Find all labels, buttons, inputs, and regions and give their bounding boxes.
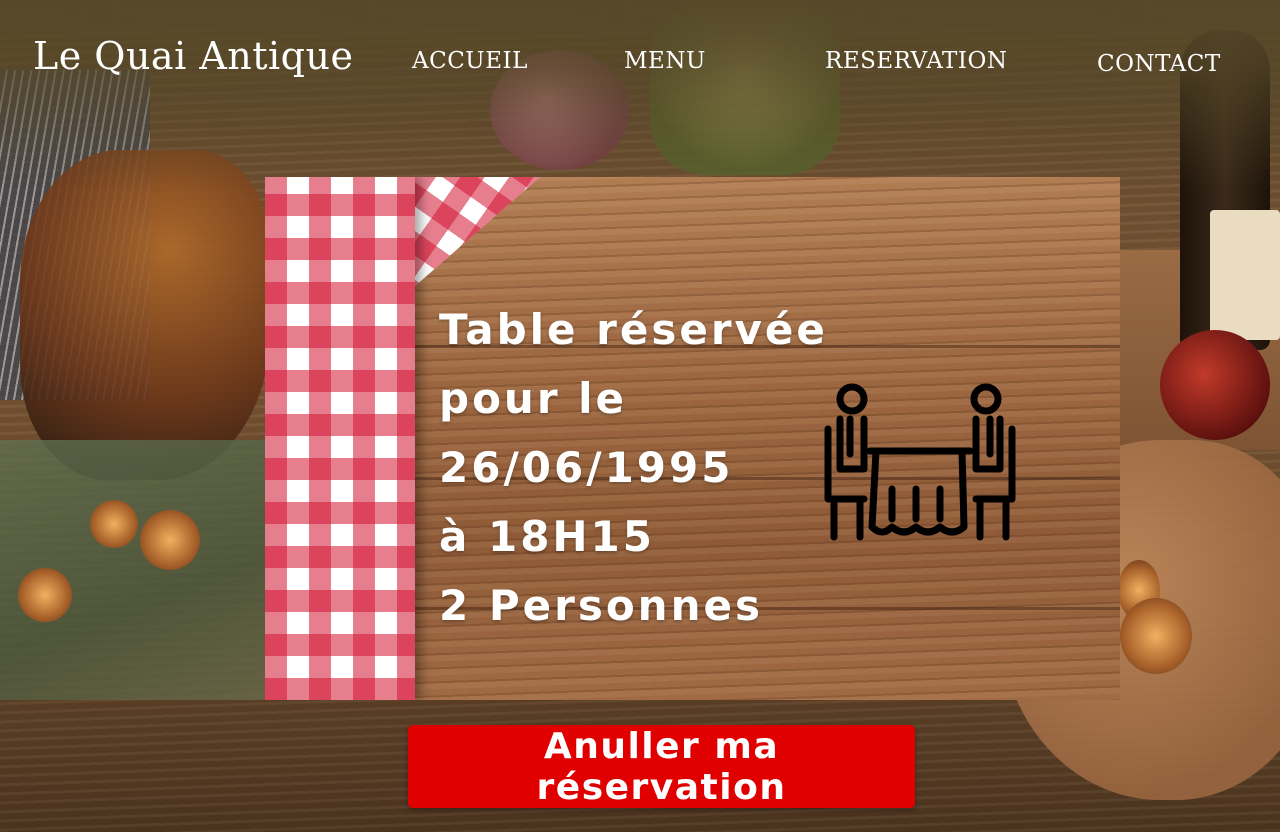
nav-link-accueil[interactable]: ACCUEIL [412, 48, 528, 74]
wine-glass [1160, 330, 1270, 440]
nav-link-reservation[interactable]: RESERVATION [825, 48, 1007, 74]
site-logo[interactable]: Le Quai Antique [33, 34, 353, 78]
reservation-time: à 18H15 [439, 512, 656, 561]
reservation-line-title: Table réservée [439, 305, 828, 354]
dried-orange-slice [90, 500, 138, 548]
cancel-reservation-button[interactable]: Anuller ma réservation [408, 725, 915, 808]
nav-link-contact[interactable]: CONTACT [1097, 51, 1221, 77]
reservation-card: Table réservée pour le 26/06/1995 à 18H1… [265, 177, 1120, 700]
wine-bottle-label [1210, 210, 1280, 340]
reservation-guests: 2 Personnes [439, 581, 763, 630]
table-for-two-icon [824, 383, 1016, 541]
nav-link-menu[interactable]: MENU [624, 48, 706, 74]
dried-orange-slice [140, 510, 200, 570]
gingham-cloth [265, 177, 415, 700]
dried-orange-slice [18, 568, 72, 622]
dried-orange-slice [1120, 598, 1192, 674]
site-header: Le Quai Antique ACCUEIL MENU RESERVATION… [0, 0, 1280, 120]
reservation-details: Table réservée pour le 26/06/1995 à 18H1… [439, 295, 859, 640]
grilled-food-platter [20, 150, 270, 480]
reservation-date: 26/06/1995 [439, 443, 734, 492]
reservation-line-for: pour le [439, 374, 628, 423]
